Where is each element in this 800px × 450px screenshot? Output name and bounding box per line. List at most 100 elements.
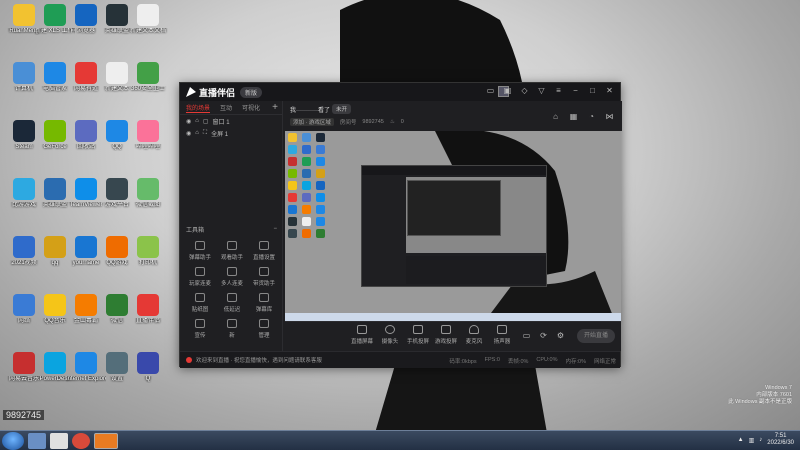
screen-capture-button[interactable]: 直播屏幕 — [349, 325, 375, 345]
room-label: 房间号 — [339, 120, 357, 126]
live-companion-taskbar-icon[interactable] — [94, 432, 118, 449]
app-taskbar-icon[interactable] — [72, 432, 90, 449]
preview-icon — [288, 169, 297, 178]
nested-controls — [406, 256, 546, 284]
explorer-taskbar-icon[interactable] — [28, 432, 46, 449]
scene-item[interactable]: ◉ ⌂ ▢ 窗口 1 — [180, 115, 282, 127]
app-icon — [137, 120, 159, 142]
control-label: 摄像头 — [381, 339, 399, 345]
record-icon[interactable]: ▭ — [522, 331, 531, 340]
start-button[interactable] — [2, 431, 24, 450]
app-icon — [13, 294, 35, 316]
preview-icon — [288, 145, 297, 154]
stat-cpu: CPU:0% — [536, 357, 558, 363]
tool-label: 宣传 — [194, 333, 206, 339]
eye-icon[interactable]: ◉ — [186, 130, 191, 137]
tool-item[interactable]: 带货助手 — [248, 267, 280, 287]
preview-icon — [288, 217, 297, 226]
message-icon[interactable]: ▭ — [486, 86, 495, 95]
desktop-icon[interactable]: 直播伴侣 — [128, 294, 168, 325]
camera-button[interactable]: 摄像头 — [377, 325, 403, 345]
start-live-button[interactable]: 开始直播 — [577, 329, 615, 343]
app-name: 直播伴侣 — [199, 87, 236, 98]
share-icon[interactable]: ⋈ — [605, 112, 614, 121]
maximize-icon[interactable]: □ — [588, 86, 597, 95]
preview-icon — [302, 181, 311, 190]
eye-icon[interactable]: ◉ — [186, 118, 191, 125]
preview-icon — [288, 193, 297, 202]
skin-icon[interactable]: ▽ — [537, 86, 546, 95]
network-icon[interactable]: ▥ — [749, 437, 755, 444]
tool-item[interactable]: 多人连麦 — [216, 267, 248, 287]
preview-icon — [316, 193, 325, 202]
tool-item[interactable]: 贴纸图 — [184, 293, 216, 313]
settings-icon[interactable]: ⚙ — [556, 331, 565, 340]
control-label: 手机投屏 — [406, 339, 429, 345]
notepad-taskbar-icon[interactable] — [50, 432, 68, 449]
category-selector[interactable]: 添加 · 游戏区域 — [290, 118, 334, 126]
tab-visual[interactable]: 可视化 — [242, 103, 260, 112]
title-bar[interactable]: 直播伴侣 新版 ▭ ▣ ◇ ▽ ≡ − □ ✕ — [180, 83, 620, 101]
bell-icon[interactable]: ◔ — [587, 112, 596, 121]
tool-item[interactable]: 弹幕库 — [248, 293, 280, 313]
phone-cast-button[interactable]: 手机投屏 — [405, 325, 431, 345]
tool-item[interactable]: 宣传 — [184, 319, 216, 339]
microphone-button[interactable]: 麦克风 — [461, 325, 487, 345]
desktop-icon[interactable]: 打印机 — [128, 236, 168, 267]
preview-icon — [302, 133, 311, 142]
desktop-icon[interactable]: 360安全卫士 — [128, 62, 168, 93]
status-bar: 欢迎来到直播 · 祝您直播愉快，遇到问题请联系客服 码率:0kbps FPS:0… — [180, 351, 620, 368]
tool-item[interactable]: 新 — [216, 319, 248, 339]
desktop-icon[interactable]: 新建文本文档 — [128, 4, 168, 35]
desktop-icon[interactable]: Q — [128, 352, 168, 383]
speaker-button[interactable]: 扬声器 — [489, 325, 515, 345]
tray-arrow-icon[interactable]: ▲ — [738, 437, 744, 443]
shop-icon[interactable]: ⌂ — [551, 112, 560, 121]
calendar-icon[interactable]: ▦ — [569, 112, 578, 121]
clock[interactable]: 7:51 2022/6/30 — [767, 433, 794, 447]
preview-icon — [316, 169, 325, 178]
lock-icon[interactable]: ⌂ — [195, 130, 199, 136]
tool-label: 贴纸图 — [191, 307, 209, 313]
phone-icon — [413, 325, 423, 334]
control-label: 扬声器 — [493, 339, 511, 345]
app-icon — [44, 120, 66, 142]
menu-icon[interactable]: ≡ — [554, 86, 563, 95]
tool-item[interactable]: 玩家连麦 — [184, 267, 216, 287]
tool-icon — [195, 293, 205, 302]
minimize-icon[interactable]: − — [571, 86, 580, 95]
room-id-overlay: 9892745 — [3, 410, 45, 420]
add-scene-icon[interactable]: + — [272, 102, 278, 113]
desktop-icon-label: 360安全卫士 — [130, 86, 165, 92]
collapse-icon[interactable]: − — [273, 226, 277, 232]
app-icon — [13, 236, 35, 258]
preview-icon — [316, 133, 325, 142]
window-icon: ▢ — [202, 118, 209, 125]
preview-icon — [316, 205, 325, 214]
preview-icon — [302, 193, 311, 202]
scene-panel: 我的场景 互动 可视化 + ◉ ⌂ ▢ 窗口 1 ◉ ⌂ ⛶ 全屏 1 工具箱 … — [180, 101, 283, 368]
notice[interactable]: 欢迎来到直播 · 祝您直播愉快，遇到问题请联系客服 — [186, 356, 322, 364]
lock-icon[interactable]: ⌂ — [195, 118, 199, 124]
tool-item[interactable]: 低延迟 — [216, 293, 248, 313]
volume-icon[interactable]: ♪ — [759, 437, 762, 443]
scene-item[interactable]: ◉ ⌂ ⛶ 全屏 1 — [180, 127, 282, 139]
stream-preview[interactable] — [285, 131, 621, 321]
version-badge[interactable]: 新版 — [240, 86, 263, 98]
tab-interact[interactable]: 互动 — [220, 103, 232, 112]
close-icon[interactable]: ✕ — [605, 86, 614, 95]
tool-item[interactable]: 弹幕助手 — [184, 241, 216, 261]
control-label: 游戏投屏 — [434, 339, 457, 345]
desktop-icon[interactable]: 哔哩哔哩 — [128, 120, 168, 151]
sync-icon[interactable]: ⟳ — [539, 331, 548, 340]
tab-my-scenes[interactable]: 我的场景 — [186, 103, 211, 113]
gift-icon[interactable]: ▣ — [503, 86, 512, 95]
tool-item[interactable]: 管理 — [248, 319, 280, 339]
windows-taskbar: ▲ ▥ ♪ 7:51 2022/6/30 — [0, 430, 800, 450]
app-icon — [106, 178, 128, 200]
tool-item[interactable]: 观看助手 — [216, 241, 248, 261]
game-cast-button[interactable]: 游戏投屏 — [433, 325, 459, 345]
tool-item[interactable]: 直播设置 — [248, 241, 280, 261]
desktop-icon[interactable]: 微信截图 — [128, 178, 168, 209]
shirt-icon[interactable]: ◇ — [520, 86, 529, 95]
